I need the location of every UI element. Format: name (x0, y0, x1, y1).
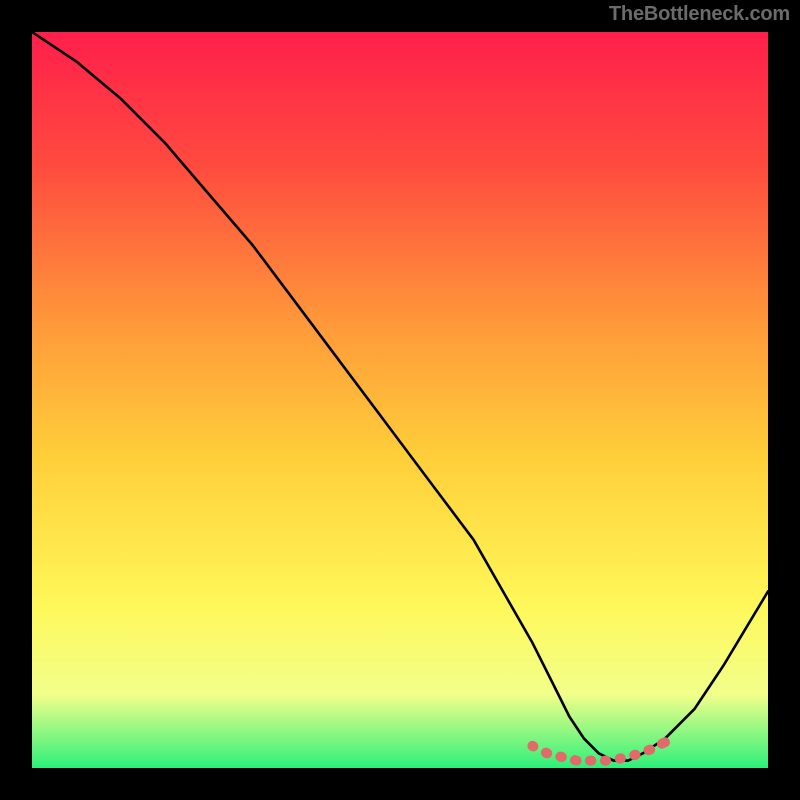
gradient-bg (32, 32, 768, 768)
plot-area (32, 32, 768, 768)
chart-svg (32, 32, 768, 768)
outer-frame: TheBottleneck.com (0, 0, 800, 800)
watermark-text: TheBottleneck.com (609, 4, 790, 24)
